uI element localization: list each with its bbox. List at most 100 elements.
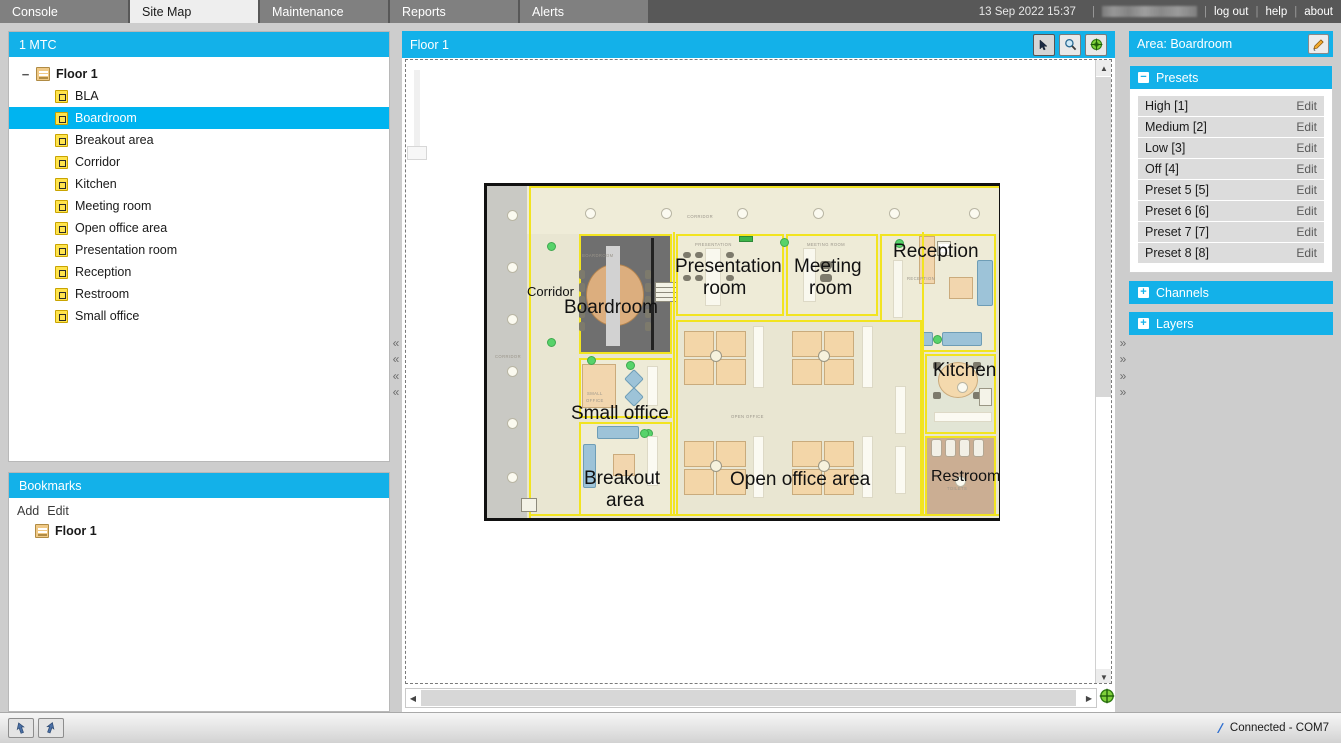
plan-desk bbox=[684, 469, 714, 495]
sidebar-item-corridor[interactable]: Corridor bbox=[9, 151, 389, 173]
preset-edit-link[interactable]: Edit bbox=[1296, 120, 1317, 134]
logout-link[interactable]: log out bbox=[1214, 6, 1249, 18]
preset-row-high[interactable]: High [1] Edit bbox=[1138, 96, 1324, 116]
plan-wall bbox=[651, 238, 654, 350]
preset-row-6[interactable]: Preset 6 [6] Edit bbox=[1138, 201, 1324, 221]
sidebar-item-small-office[interactable]: Small office bbox=[9, 305, 389, 327]
tree-item-label: BLA bbox=[75, 89, 99, 103]
tab-maintenance[interactable]: Maintenance bbox=[260, 0, 390, 23]
sidebar-item-meeting-room[interactable]: Meeting room bbox=[9, 195, 389, 217]
plan-partition bbox=[647, 436, 658, 486]
application-window: Console Site Map Maintenance Reports Ale… bbox=[0, 0, 1341, 743]
area-properties-panel: Area: Boardroom − Presets High [1] Edit bbox=[1129, 31, 1333, 351]
preset-row-medium[interactable]: Medium [2] Edit bbox=[1138, 117, 1324, 137]
preset-edit-link[interactable]: Edit bbox=[1296, 162, 1317, 176]
sidebar-item-open-office-area[interactable]: Open office area bbox=[9, 217, 389, 239]
collapse-expander-icon[interactable]: − bbox=[19, 68, 32, 81]
bookmark-item-floor-1[interactable]: Floor 1 bbox=[9, 520, 389, 542]
zoom-tool-button[interactable] bbox=[1059, 34, 1081, 56]
plan-area-boundary bbox=[673, 232, 675, 516]
tab-alerts[interactable]: Alerts bbox=[520, 0, 650, 23]
plan-chair bbox=[820, 261, 832, 269]
preset-row-off[interactable]: Off [4] Edit bbox=[1138, 159, 1324, 179]
map-recenter-button[interactable] bbox=[1099, 688, 1115, 704]
navigate-back-button[interactable] bbox=[8, 718, 34, 738]
tab-console[interactable]: Console bbox=[0, 0, 130, 23]
map-vertical-scrollbar[interactable]: ▲ ▼ bbox=[1095, 60, 1111, 684]
locate-tool-button[interactable] bbox=[1085, 34, 1107, 56]
plan-lamp bbox=[737, 208, 748, 219]
preset-row-7[interactable]: Preset 7 [7] Edit bbox=[1138, 222, 1324, 242]
scroll-left-arrow-icon[interactable]: ◀ bbox=[406, 690, 420, 706]
preset-edit-link[interactable]: Edit bbox=[1296, 204, 1317, 218]
plan-micro-label: BOARDROOM bbox=[582, 253, 614, 258]
presets-section-header[interactable]: − Presets bbox=[1130, 66, 1332, 89]
plan-sensor bbox=[626, 361, 635, 370]
map-horizontal-scrollbar[interactable]: ◀ ▶ bbox=[405, 688, 1097, 708]
sidebar-item-kitchen[interactable]: Kitchen bbox=[9, 173, 389, 195]
horizontal-scroll-thumb[interactable] bbox=[421, 690, 1076, 706]
preset-edit-link[interactable]: Edit bbox=[1296, 141, 1317, 155]
plan-sensor bbox=[547, 338, 556, 347]
help-link[interactable]: help bbox=[1265, 6, 1287, 18]
plan-toilet-stall bbox=[973, 439, 984, 457]
tree-node-floor-1[interactable]: − Floor 1 bbox=[9, 63, 389, 85]
plan-chair bbox=[579, 270, 585, 279]
area-icon bbox=[55, 244, 68, 257]
vertical-scroll-thumb[interactable] bbox=[1096, 77, 1112, 397]
floor-plan-drawing[interactable]: CORRIDOR BOARDROOM CORRIDOR PRESENTATION… bbox=[484, 183, 1000, 521]
layers-section-header[interactable]: + Layers bbox=[1129, 312, 1333, 335]
chevron-left-icon: « bbox=[393, 338, 400, 349]
sidebar-item-reception[interactable]: Reception bbox=[9, 261, 389, 283]
plus-icon[interactable]: + bbox=[1138, 287, 1149, 298]
plus-icon[interactable]: + bbox=[1138, 318, 1149, 329]
preset-row-5[interactable]: Preset 5 [5] Edit bbox=[1138, 180, 1324, 200]
plan-micro-label: OPEN OFFICE bbox=[731, 414, 764, 419]
left-panel-collapse-handle[interactable]: « « « « bbox=[390, 338, 402, 398]
site-tree-header: 1 MTC bbox=[9, 32, 389, 57]
preset-edit-link[interactable]: Edit bbox=[1296, 246, 1317, 260]
area-edit-button[interactable] bbox=[1308, 34, 1329, 54]
bookmark-add-link[interactable]: Add bbox=[17, 504, 39, 518]
bookmark-edit-link[interactable]: Edit bbox=[47, 504, 69, 518]
plan-lamp bbox=[813, 208, 824, 219]
preset-edit-link[interactable]: Edit bbox=[1296, 225, 1317, 239]
preset-row-low[interactable]: Low [3] Edit bbox=[1138, 138, 1324, 158]
crosshair-target-icon bbox=[1090, 38, 1103, 51]
sidebar-item-presentation-room[interactable]: Presentation room bbox=[9, 239, 389, 261]
chevron-right-icon: » bbox=[1120, 354, 1127, 365]
scroll-right-arrow-icon[interactable]: ▶ bbox=[1082, 690, 1096, 706]
pointer-tool-button[interactable] bbox=[1033, 34, 1055, 56]
sidebar-item-restroom[interactable]: Restroom bbox=[9, 283, 389, 305]
divider: | bbox=[1204, 6, 1207, 18]
connection-icon bbox=[1214, 722, 1225, 735]
navigate-forward-button[interactable] bbox=[38, 718, 64, 738]
tree-item-label: Corridor bbox=[75, 155, 120, 169]
right-panel-collapse-handle[interactable]: » » » » bbox=[1117, 338, 1129, 398]
drawing-guide-stub bbox=[414, 70, 420, 152]
presets-list: High [1] Edit Medium [2] Edit Low [3] Ed… bbox=[1130, 89, 1332, 272]
tab-site-map[interactable]: Site Map bbox=[130, 0, 260, 23]
plan-toilet-stall bbox=[959, 439, 970, 457]
plan-lamp bbox=[507, 366, 518, 377]
sidebar-item-bla[interactable]: BLA bbox=[9, 85, 389, 107]
tab-reports[interactable]: Reports bbox=[390, 0, 520, 23]
preset-row-8[interactable]: Preset 8 [8] Edit bbox=[1138, 243, 1324, 263]
map-canvas[interactable]: CORRIDOR BOARDROOM CORRIDOR PRESENTATION… bbox=[405, 59, 1112, 684]
preset-edit-link[interactable]: Edit bbox=[1296, 183, 1317, 197]
preset-edit-link[interactable]: Edit bbox=[1296, 99, 1317, 113]
plan-chair bbox=[695, 275, 703, 281]
username-redacted bbox=[1102, 6, 1197, 17]
plan-desk bbox=[824, 469, 854, 495]
channels-section-header[interactable]: + Channels bbox=[1129, 281, 1333, 304]
preset-label: Preset 5 [5] bbox=[1145, 183, 1209, 197]
plan-meeting-table bbox=[803, 248, 816, 302]
sidebar-item-breakout-area[interactable]: Breakout area bbox=[9, 129, 389, 151]
sidebar-item-boardroom[interactable]: Boardroom bbox=[9, 107, 389, 129]
plan-micro-label: PRESENTATION bbox=[695, 242, 732, 247]
tree-item-label: Open office area bbox=[75, 221, 167, 235]
about-link[interactable]: about bbox=[1304, 6, 1333, 18]
scroll-up-arrow-icon[interactable]: ▲ bbox=[1096, 60, 1112, 76]
scroll-down-arrow-icon[interactable]: ▼ bbox=[1096, 669, 1112, 684]
minus-icon[interactable]: − bbox=[1138, 72, 1149, 83]
